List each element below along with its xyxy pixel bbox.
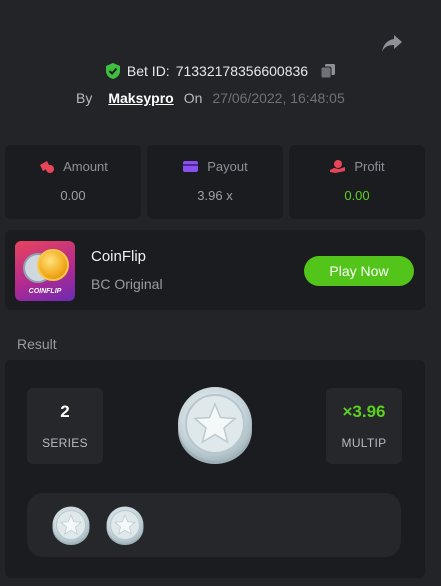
- stat-payout: Payout 3.96 x: [147, 145, 283, 219]
- stat-profit: Profit 0.00: [289, 145, 425, 219]
- stat-payout-label: Payout: [207, 159, 248, 174]
- stat-payout-value: 3.96 x: [197, 188, 233, 203]
- on-label: On: [183, 90, 203, 106]
- result-heading: Result: [17, 336, 57, 352]
- thumbnail-label: COINFLIP: [28, 288, 62, 295]
- multiplier-box: ×3.96 MULTIP: [326, 388, 402, 464]
- author-line: By Maksypro On 27/06/2022, 16:48:05: [76, 90, 345, 106]
- multiplier-label: MULTIP: [341, 436, 387, 450]
- bet-datetime: 27/06/2022, 16:48:05: [212, 90, 345, 106]
- card-icon: [183, 161, 199, 172]
- game-name: CoinFlip: [91, 248, 147, 265]
- game-thumbnail[interactable]: COINFLIP: [15, 241, 75, 301]
- bet-id-line: Bet ID: 71332178356600836: [0, 62, 441, 80]
- coins-icon: [40, 161, 55, 173]
- copy-icon[interactable]: [320, 63, 336, 79]
- bet-stats: Amount 0.00 Payout 3.96 x Profit 0.00: [5, 145, 425, 219]
- gold-coin-icon: [37, 249, 69, 281]
- stat-profit-value: 0.00: [344, 188, 370, 203]
- stat-amount-label: Amount: [63, 159, 108, 174]
- by-label: By: [76, 90, 93, 106]
- result-panel: 2 SERIES ×3.96 MULTIP: [5, 360, 425, 578]
- series-box: 2 SERIES: [27, 388, 103, 464]
- history-coin-icon: [105, 505, 145, 545]
- bet-id-label: Bet ID:: [126, 63, 170, 79]
- username-link[interactable]: Maksypro: [108, 90, 173, 106]
- history-coin-icon: [51, 505, 91, 545]
- play-now-button[interactable]: Play Now: [304, 256, 414, 286]
- verified-shield-icon: [105, 63, 120, 79]
- multiplier-value: ×3.96: [342, 402, 386, 421]
- share-icon[interactable]: [380, 32, 404, 54]
- game-subtitle: BC Original: [91, 276, 163, 292]
- hand-coin-icon: [330, 160, 346, 173]
- series-label: SERIES: [42, 436, 88, 450]
- bet-id-value: 71332178356600836: [175, 63, 309, 79]
- series-value: 2: [60, 402, 70, 421]
- stat-amount: Amount 0.00: [5, 145, 141, 219]
- stat-profit-label: Profit: [354, 159, 385, 174]
- game-card: COINFLIP CoinFlip BC Original Play Now: [5, 230, 425, 310]
- flip-history: [27, 493, 401, 557]
- stat-amount-value: 0.00: [60, 188, 86, 203]
- result-coin-icon: [175, 384, 255, 464]
